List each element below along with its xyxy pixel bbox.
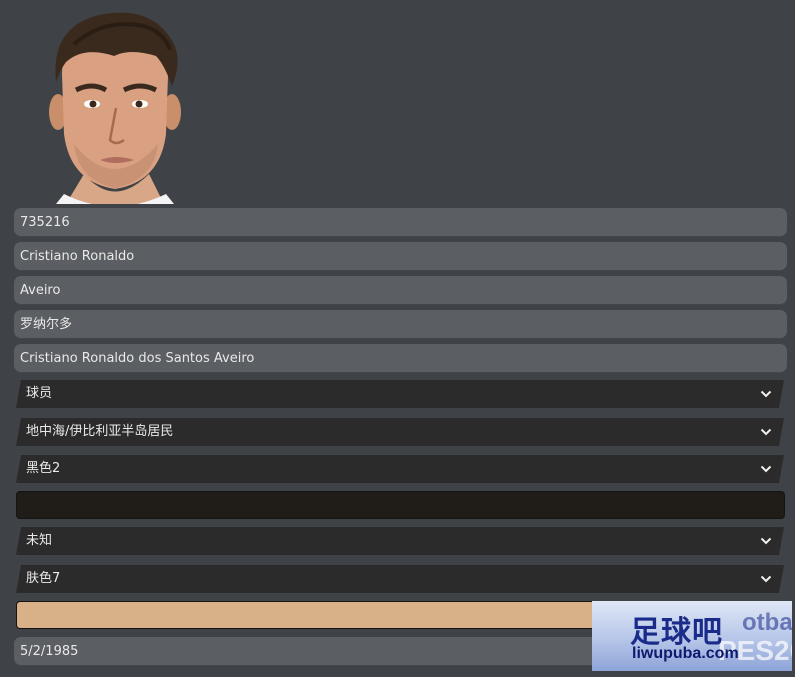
chevron-down-icon (760, 527, 772, 555)
hair-color-swatch[interactable] (16, 491, 785, 519)
hair-color-select[interactable]: 黑色2 (16, 455, 784, 483)
chevron-down-icon (760, 455, 772, 483)
full-name-field[interactable]: Cristiano Ronaldo dos Santos Aveiro (14, 344, 787, 373)
surname-field[interactable]: Aveiro (14, 276, 787, 305)
player-photo (44, 4, 186, 204)
watermark-logo: otba PES20 足球吧 liwupuba.com (592, 601, 792, 671)
role-select[interactable]: 球员 (16, 380, 784, 408)
skin-tone-select[interactable]: 肤色7 (16, 565, 784, 593)
player-id-field[interactable]: 735216 (14, 208, 787, 237)
local-name-field[interactable]: 罗纳尔多 (14, 310, 787, 339)
name-field[interactable]: Cristiano Ronaldo (14, 242, 787, 271)
chevron-down-icon (760, 418, 772, 446)
unknown-select[interactable]: 未知 (16, 527, 784, 555)
chevron-down-icon (760, 565, 772, 593)
ethnicity-select[interactable]: 地中海/伊比利亚半岛居民 (16, 418, 784, 446)
chevron-down-icon (760, 380, 772, 408)
